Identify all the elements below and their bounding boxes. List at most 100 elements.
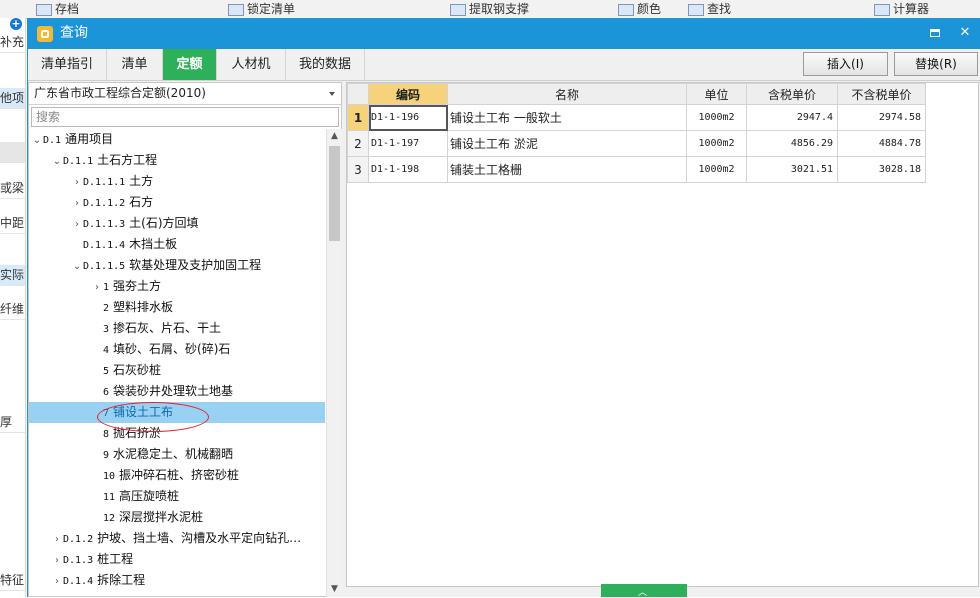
tree-node[interactable]: ⌄ D.1.1.5 软基处理及支护加固工程 — [71, 255, 261, 276]
cell-unit[interactable]: 1000m2 — [686, 130, 747, 157]
tree-node[interactable]: ⌄ D.1 通用项目 — [31, 129, 113, 150]
row-number[interactable]: 3 — [347, 156, 369, 183]
row-number[interactable]: 2 — [347, 130, 369, 157]
close-button[interactable]: ✕ — [954, 22, 976, 44]
background-left-strip: 补充 他项 或梁 中距 实际 纤维 厚 特征 — [0, 18, 26, 597]
archive-button[interactable]: 存档 — [36, 2, 79, 16]
tree-node[interactable]: 11 高压旋喷桩 — [91, 486, 179, 507]
tab-list[interactable]: 清单 — [107, 49, 163, 80]
tree-node[interactable]: › D.1.4 拆除工程 — [51, 570, 145, 591]
tree-node[interactable]: 7 铺设土工布 — [29, 402, 325, 423]
column-header-name[interactable]: 名称 — [447, 83, 687, 105]
cell-name[interactable]: 铺设土工布 淤泥 — [447, 130, 687, 157]
find-button[interactable]: 查找 — [688, 2, 731, 16]
calculator-button[interactable]: 计算器 — [874, 2, 929, 16]
insert-button[interactable]: 插入(I) — [803, 52, 888, 76]
tree-node[interactable]: 3 掺石灰、片石、干土 — [91, 318, 221, 339]
cell-price-notax[interactable]: 2974.58 — [837, 104, 926, 131]
tree-node[interactable]: ⌄ D.1.1 土石方工程 — [51, 150, 157, 171]
tree-node-code: D.1.1.5 — [83, 261, 126, 272]
tab-labor-material-machine[interactable]: 人材机 — [217, 49, 286, 80]
column-header-unit[interactable]: 单位 — [686, 83, 747, 105]
background-fragment: 中距 — [0, 213, 25, 234]
tree-node[interactable]: › D.1.1.1 土方 — [71, 171, 153, 192]
column-header-price-notax[interactable]: 不含税单价 — [837, 83, 926, 105]
extract-support-button[interactable]: 提取钢支撑 — [450, 2, 529, 16]
tree-node-code: 2 — [103, 303, 110, 314]
tree-node[interactable]: 10 振冲碎石桩、挤密砂桩 — [91, 465, 239, 486]
cell-unit[interactable]: 1000m2 — [686, 104, 747, 131]
tab-quota[interactable]: 定额 — [163, 49, 217, 80]
dialog-titlebar[interactable]: 查询 ✕ — [28, 18, 980, 49]
cell-price-tax[interactable]: 3021.51 — [746, 156, 838, 183]
quota-table: 编码 名称 单位 含税单价 不含税单价 1 D1-1-196 铺设土工布 一般软土 1… — [347, 83, 926, 183]
chevron-down-icon[interactable]: ⌄ — [31, 130, 43, 151]
tree-node-label: 强夯土方 — [113, 279, 162, 293]
background-fragment: 或梁 — [0, 178, 25, 199]
table-row[interactable]: 1 D1-1-196 铺设土工布 一般软土 1000m2 2947.4 2974.58 — [347, 104, 926, 131]
chevron-right-icon[interactable]: › — [71, 214, 83, 235]
cell-code[interactable]: D1-1-198 — [368, 156, 448, 183]
cell-price-tax[interactable]: 2947.4 — [746, 104, 838, 131]
chevron-right-icon[interactable]: › — [51, 529, 63, 550]
cell-price-notax[interactable]: 3028.18 — [837, 156, 926, 183]
row-number[interactable]: 1 — [347, 104, 369, 131]
replace-button[interactable]: 替换(R) — [894, 52, 978, 76]
restore-window-icon — [930, 29, 940, 37]
tree-node-code: D.1.2 — [63, 534, 94, 545]
tab-my-data[interactable]: 我的数据 — [286, 49, 365, 80]
quota-tree: ⌄ D.1 通用项目 ⌄ D.1.1 土石方工程 › D.1.1.1 土方 › D.1.1.2 石方 ›… — [29, 129, 325, 597]
tree-node-code: 12 — [103, 513, 116, 524]
tree-node[interactable]: 4 填砂、石屑、砂(碎)石 — [91, 339, 230, 360]
tree-node[interactable]: 8 抛石挤淤 — [91, 423, 161, 444]
tree-node[interactable]: 5 石灰砂桩 — [91, 360, 161, 381]
cell-name[interactable]: 铺设土工布 一般软土 — [447, 104, 687, 131]
tree-node[interactable]: D.1.1.4 木挡土板 — [71, 234, 177, 255]
cell-code[interactable]: D1-1-196 — [368, 104, 448, 131]
cell-unit[interactable]: 1000m2 — [686, 156, 747, 183]
lock-list-button[interactable]: 锁定清单 — [228, 2, 295, 16]
scroll-up-icon[interactable]: ▲ — [327, 129, 342, 144]
tab-list-guide[interactable]: 清单指引 — [28, 49, 107, 80]
quota-result-panel: 编码 名称 单位 含税单价 不含税单价 1 D1-1-196 铺设土工布 一般软土 1… — [346, 82, 979, 587]
scrollbar-thumb[interactable] — [329, 146, 340, 241]
table-row[interactable]: 2 D1-1-197 铺设土工布 淤泥 1000m2 4856.29 4884.78 — [347, 130, 926, 157]
tree-node[interactable]: 12 深层搅拌水泥桩 — [91, 507, 203, 528]
column-header-code[interactable]: 编码 — [368, 83, 448, 105]
tree-node[interactable]: 9 水泥稳定土、机械翻晒 — [91, 444, 233, 465]
add-icon[interactable]: + — [10, 18, 22, 30]
color-button[interactable]: 颜色 — [618, 2, 661, 16]
cell-name[interactable]: 铺装土工格栅 — [447, 156, 687, 183]
chevron-right-icon[interactable]: › — [51, 550, 63, 571]
tree-node[interactable]: 6 袋装砂井处理软土地基 — [91, 381, 233, 402]
tree-scrollbar[interactable]: ▲ ▼ — [326, 129, 342, 597]
tree-node[interactable]: › D.1.3 桩工程 — [51, 549, 133, 570]
chevron-down-icon[interactable]: ⌄ — [51, 151, 63, 172]
tree-node-code: 11 — [103, 492, 116, 503]
panel-resize-handle[interactable]: ︿ — [601, 584, 687, 598]
chevron-right-icon[interactable]: › — [91, 277, 103, 298]
chevron-right-icon[interactable]: › — [71, 172, 83, 193]
tree-node[interactable]: › D.1.1.2 石方 — [71, 192, 153, 213]
scroll-down-icon[interactable]: ▼ — [327, 582, 342, 597]
restore-window-button[interactable] — [924, 22, 946, 44]
tree-node[interactable]: › 1 强夯土方 — [91, 276, 161, 297]
app-logo-icon — [37, 26, 53, 42]
tree-node-label: 土方 — [129, 174, 154, 188]
chevron-down-icon[interactable]: ⌄ — [71, 256, 83, 277]
tree-node[interactable]: › D.1.2 护坡、挡土墙、沟槽及水平定向钻孔… — [51, 528, 301, 549]
quota-library-select[interactable]: 广东省市政工程综合定额(2010) — [29, 83, 341, 105]
table-row[interactable]: 3 D1-1-198 铺装土工格栅 1000m2 3021.51 3028.18 — [347, 156, 926, 183]
tree-node[interactable]: 2 塑料排水板 — [91, 297, 173, 318]
background-fragment: 他项 — [0, 88, 25, 109]
column-header-price-tax[interactable]: 含税单价 — [746, 83, 838, 105]
cell-price-notax[interactable]: 4884.78 — [837, 130, 926, 157]
cell-price-tax[interactable]: 4856.29 — [746, 130, 838, 157]
dialog-title: 查询 — [60, 25, 88, 41]
tree-node-label: 水泥稳定土、机械翻晒 — [113, 447, 234, 461]
search-input[interactable] — [31, 107, 339, 127]
cell-code[interactable]: D1-1-197 — [368, 130, 448, 157]
chevron-right-icon[interactable]: › — [71, 193, 83, 214]
chevron-right-icon[interactable]: › — [51, 571, 63, 592]
tree-node[interactable]: › D.1.1.3 土(石)方回填 — [71, 213, 199, 234]
